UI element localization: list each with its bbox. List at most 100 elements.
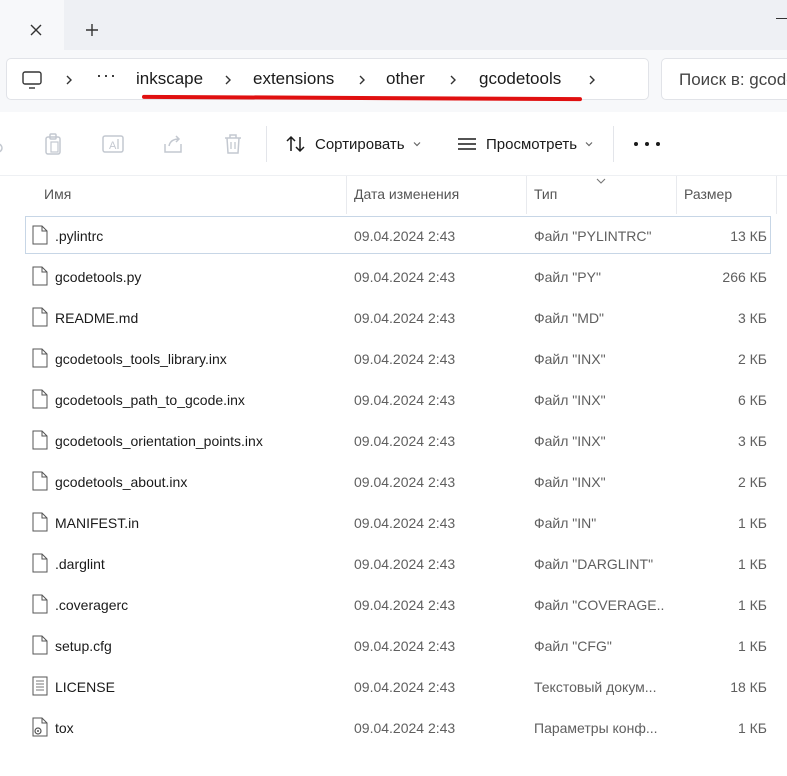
file-icon	[32, 430, 48, 450]
file-size: 2 КБ	[737, 474, 767, 490]
column-divider[interactable]	[776, 176, 777, 214]
file-type: Параметры конф...	[534, 720, 658, 736]
search-input[interactable]: Поиск в: gcodetools	[661, 58, 787, 100]
file-size: 266 КБ	[722, 269, 767, 285]
address-bar[interactable]: ··· inkscape extensions other gcodetools	[6, 58, 649, 102]
column-divider[interactable]	[676, 176, 677, 214]
file-row[interactable]: MANIFEST.in 09.04.2024 2:43 Файл "IN" 1 КБ	[25, 503, 771, 541]
sort-icon	[286, 135, 305, 153]
file-date: 09.04.2024 2:43	[354, 597, 456, 613]
column-header-name[interactable]: Имя	[44, 186, 71, 202]
file-name: tox	[55, 720, 74, 736]
column-divider[interactable]	[346, 176, 347, 214]
file-name: .coveragerc	[55, 597, 129, 613]
file-type: Файл "PY"	[534, 269, 601, 285]
breadcrumb-overflow[interactable]: ···	[96, 65, 117, 86]
this-pc-icon[interactable]	[21, 70, 43, 90]
column-header-date[interactable]: Дата изменения	[354, 186, 459, 202]
sort-label: Сортировать	[315, 135, 405, 153]
file-name: .pylintrc	[55, 228, 104, 244]
file-date: 09.04.2024 2:43	[354, 392, 456, 408]
file-row[interactable]: tox 09.04.2024 2:43 Параметры конф... 1 КБ	[25, 708, 771, 746]
file-icon	[32, 389, 48, 409]
breadcrumb-item-other[interactable]: other	[386, 69, 425, 89]
file-size: 1 КБ	[737, 556, 767, 572]
tab-active[interactable]	[0, 0, 64, 50]
file-size: 1 КБ	[737, 720, 767, 736]
paste-icon[interactable]	[41, 132, 65, 156]
breadcrumb-item-inkscape[interactable]: inkscape	[136, 69, 203, 89]
file-icon	[32, 635, 48, 655]
file-row[interactable]: .darglint 09.04.2024 2:43 Файл "DARGLINT" 1…	[25, 544, 771, 582]
file-size: 13 КБ	[730, 228, 767, 244]
file-row[interactable]: LICENSE 09.04.2024 2:43 Текстовый докум...…	[25, 667, 771, 705]
breadcrumb-item-gcodetools[interactable]: gcodetools	[479, 69, 561, 89]
file-name: .darglint	[55, 556, 105, 572]
chevron-right-icon[interactable]	[448, 75, 458, 85]
column-header-size[interactable]: Размер	[684, 186, 732, 202]
file-row[interactable]: gcodetools_path_to_gcode.inx 09.04.2024 2…	[25, 380, 771, 418]
sort-caret-icon	[596, 178, 606, 184]
file-name: gcodetools_tools_library.inx	[55, 351, 227, 367]
breadcrumb-item-extensions[interactable]: extensions	[253, 69, 334, 89]
file-type: Файл "COVERAGE...	[534, 597, 664, 613]
file-icon	[32, 348, 48, 368]
command-bar: A Сортировать Просмотреть	[0, 112, 787, 176]
file-icon	[32, 471, 48, 491]
file-type: Файл "DARGLINT"	[534, 556, 654, 572]
toolbar-divider	[266, 126, 267, 162]
file-name: gcodetools.py	[55, 269, 142, 285]
column-divider[interactable]	[526, 176, 527, 214]
file-type: Файл "INX"	[534, 351, 606, 367]
more-options-icon[interactable]	[634, 134, 660, 154]
file-row[interactable]: .coveragerc 09.04.2024 2:43 Файл "COVERAGE…	[25, 585, 771, 623]
plus-icon[interactable]	[78, 16, 106, 44]
file-row[interactable]: README.md 09.04.2024 2:43 Файл "MD" 3 КБ	[25, 298, 771, 336]
chevron-right-icon[interactable]	[223, 75, 233, 85]
chevron-right-icon[interactable]	[587, 75, 597, 85]
chevron-right-icon	[66, 75, 72, 85]
close-icon[interactable]	[22, 16, 50, 44]
file-icon	[32, 512, 48, 532]
file-name: gcodetools_path_to_gcode.inx	[55, 392, 245, 408]
file-date: 09.04.2024 2:43	[354, 720, 456, 736]
file-size: 6 КБ	[737, 392, 767, 408]
sort-button[interactable]: Сортировать	[285, 130, 421, 158]
file-date: 09.04.2024 2:43	[354, 638, 456, 654]
rename-icon[interactable]: A	[101, 132, 125, 156]
file-type: Файл "CFG"	[534, 638, 612, 654]
settings-file-icon	[32, 717, 48, 737]
file-row[interactable]: gcodetools.py 09.04.2024 2:43 Файл "PY" 266…	[25, 257, 771, 295]
file-size: 1 КБ	[737, 515, 767, 531]
file-name: setup.cfg	[55, 638, 112, 654]
file-row[interactable]: gcodetools_orientation_points.inx 09.04.2…	[25, 421, 771, 459]
file-name: MANIFEST.in	[55, 515, 140, 531]
file-date: 09.04.2024 2:43	[354, 515, 456, 531]
toolbar-divider	[613, 126, 614, 162]
file-size: 2 КБ	[737, 351, 767, 367]
minimize-icon[interactable]	[776, 18, 787, 19]
cut-icon[interactable]	[0, 132, 10, 156]
file-row[interactable]: gcodetools_about.inx 09.04.2024 2:43 Файл …	[25, 462, 771, 500]
chevron-right-icon[interactable]	[357, 75, 367, 85]
share-icon[interactable]	[161, 132, 185, 156]
file-date: 09.04.2024 2:43	[354, 556, 456, 572]
file-row[interactable]: setup.cfg 09.04.2024 2:43 Файл "CFG" 1 КБ	[25, 626, 771, 664]
file-name: LICENSE	[55, 679, 115, 695]
file-row[interactable]: .pylintrc 09.04.2024 2:43 Файл "PYLINTRC" 1…	[25, 216, 771, 254]
file-size: 18 КБ	[730, 679, 767, 695]
column-header-type[interactable]: Тип	[534, 186, 557, 202]
file-date: 09.04.2024 2:43	[354, 351, 456, 367]
file-type: Файл "INX"	[534, 474, 606, 490]
file-row[interactable]: gcodetools_tools_library.inx 09.04.2024 2…	[25, 339, 771, 377]
address-row: ··· inkscape extensions other gcodetools…	[0, 50, 787, 112]
red-underline-annotation	[141, 94, 583, 102]
search-placeholder: Поиск в: gcodetools	[679, 70, 787, 89]
file-name: gcodetools_orientation_points.inx	[55, 433, 263, 449]
chevron-down-icon	[413, 142, 421, 147]
file-name: gcodetools_about.inx	[55, 474, 188, 490]
file-type: Текстовый докум...	[534, 679, 657, 695]
file-date: 09.04.2024 2:43	[354, 679, 456, 695]
delete-icon[interactable]	[221, 132, 245, 156]
view-button[interactable]: Просмотреть	[456, 130, 593, 158]
